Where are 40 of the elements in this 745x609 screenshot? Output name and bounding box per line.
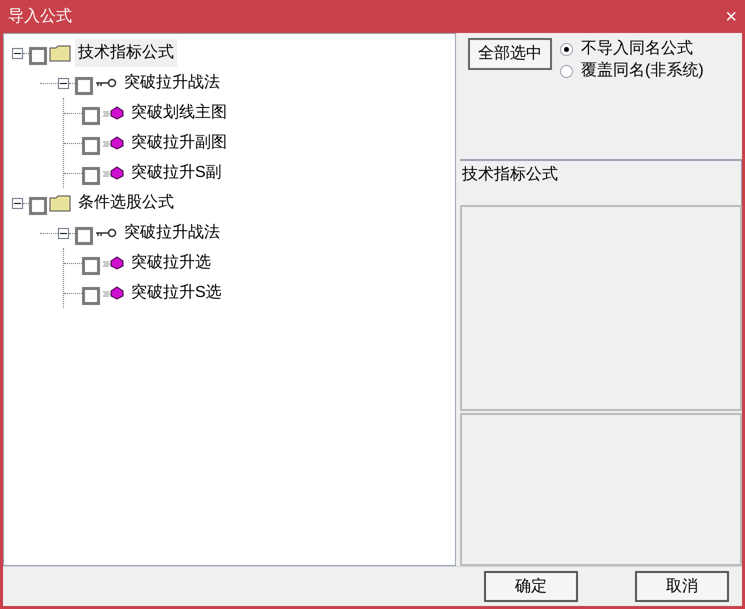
window-title: 导入公式 — [8, 6, 72, 26]
key-icon — [95, 78, 117, 88]
expander[interactable] — [58, 228, 69, 238]
folder-icon — [49, 44, 71, 62]
tree-item[interactable]: 突破拉升选 — [128, 249, 214, 277]
expander[interactable] — [12, 198, 23, 208]
checkbox[interactable] — [82, 257, 100, 275]
checkbox[interactable] — [82, 287, 100, 305]
tree-item[interactable]: 突破拉升S选 — [128, 279, 225, 307]
folder-icon — [49, 194, 71, 212]
option-label: 覆盖同名(非系统) — [581, 60, 704, 81]
tree-item[interactable]: 突破拉升战法 — [121, 69, 223, 97]
select-all-button[interactable]: 全部选中 — [468, 38, 552, 70]
radio-button[interactable] — [560, 64, 573, 78]
close-button[interactable]: × — [725, 6, 737, 26]
expander[interactable] — [58, 78, 69, 88]
checkbox[interactable] — [82, 107, 100, 125]
tree-item[interactable]: 突破拉升战法 — [121, 219, 223, 247]
checkbox[interactable] — [75, 77, 93, 95]
tree-item[interactable]: 技术指标公式 — [75, 39, 177, 67]
expander[interactable] — [12, 48, 23, 58]
diamond-icon — [102, 136, 124, 150]
tree-item[interactable]: 条件选股公式 — [75, 189, 177, 217]
dialog-button[interactable]: 确定 — [484, 571, 578, 602]
checkbox[interactable] — [82, 167, 100, 185]
checkbox[interactable] — [29, 197, 47, 215]
diamond-icon — [102, 106, 124, 120]
option-label: 不导入同名公式 — [581, 38, 693, 59]
key-icon — [95, 228, 117, 238]
radio-button[interactable] — [560, 42, 573, 56]
checkbox[interactable] — [75, 227, 93, 245]
tree-item[interactable]: 突破划线主图 — [128, 99, 230, 127]
dialog-button[interactable]: 取消 — [635, 571, 729, 602]
checkbox[interactable] — [82, 137, 100, 155]
diamond-icon — [102, 286, 124, 300]
tree-item[interactable]: 突破拉升S副 — [128, 159, 225, 187]
checkbox[interactable] — [29, 47, 47, 65]
tree-item[interactable]: 突破拉升副图 — [128, 129, 230, 157]
diamond-icon — [102, 256, 124, 270]
diamond-icon — [102, 166, 124, 180]
